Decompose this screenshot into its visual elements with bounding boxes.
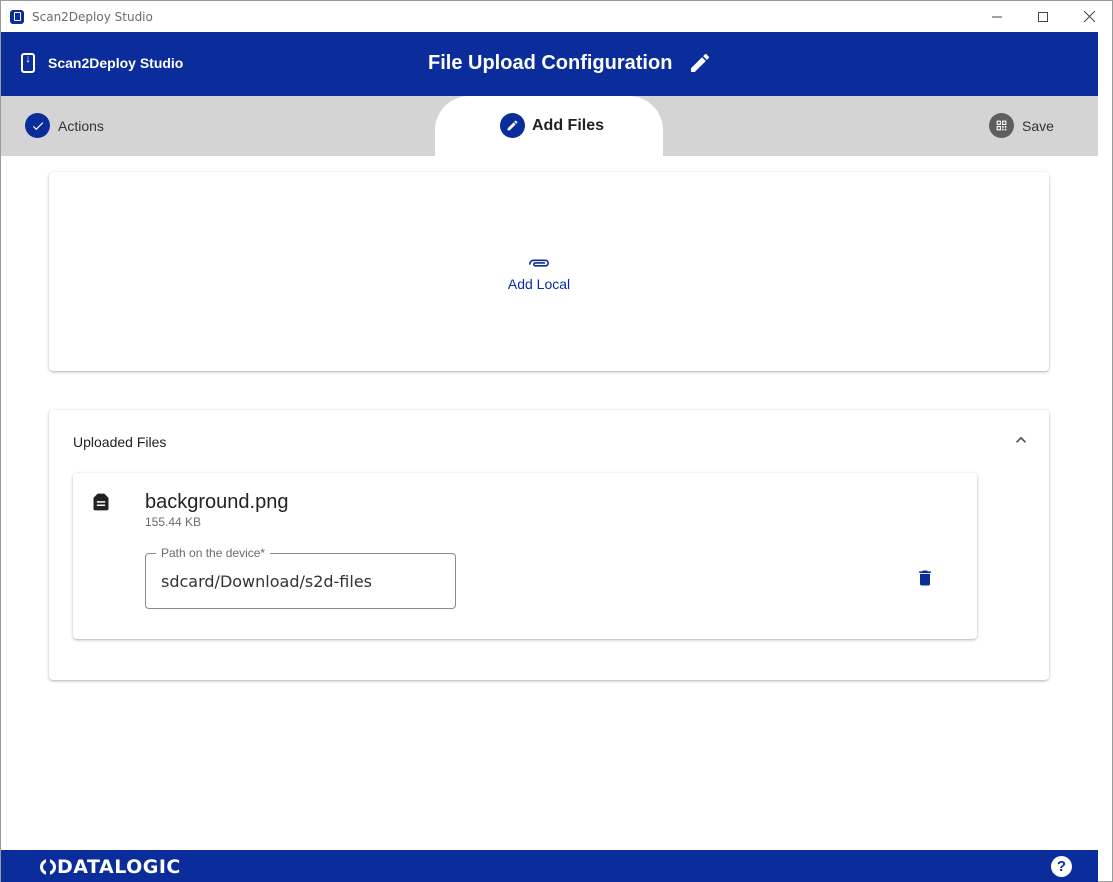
step-actions-label: Actions	[58, 117, 104, 134]
step-save-label: Save	[1022, 117, 1054, 134]
maximize-button[interactable]	[1020, 1, 1066, 32]
add-files-card: Add Local	[49, 172, 1049, 371]
paperclip-icon	[529, 259, 549, 267]
file-name: background.png	[145, 491, 289, 513]
add-local-button[interactable]: Add Local	[507, 258, 571, 292]
close-icon	[1083, 11, 1095, 22]
step-actions-circle	[25, 113, 50, 138]
minimize-button[interactable]	[974, 1, 1020, 32]
app-icon	[10, 9, 24, 24]
help-icon[interactable]: ?	[1051, 856, 1072, 877]
close-button[interactable]	[1066, 1, 1112, 32]
trash-icon[interactable]	[915, 567, 935, 589]
edit-title-icon[interactable]	[688, 51, 712, 75]
window-title: Scan2Deploy Studio	[32, 9, 153, 24]
chevron-up-icon[interactable]	[1011, 430, 1031, 450]
device-path-value[interactable]: sdcard/Download/s2d-files	[161, 572, 372, 591]
app-header: Scan2Deploy Studio File Upload Configura…	[1, 32, 1098, 96]
brand: Scan2Deploy Studio	[21, 53, 183, 73]
step-add-files-label: Add Files	[532, 116, 605, 134]
datalogic-logo-text: DATALOGIC	[57, 856, 181, 878]
datalogic-logo: DATALOGIC	[40, 856, 181, 878]
minimize-icon	[992, 16, 1002, 17]
uploaded-files-panel: Uploaded Files background.png 155.44 KB …	[49, 410, 1049, 680]
app-window: Scan2Deploy Studio Scan2Deploy Studio Fi…	[0, 0, 1113, 882]
device-path-field[interactable]: Path on the device* sdcard/Download/s2d-…	[145, 546, 456, 609]
window-titlebar[interactable]: Scan2Deploy Studio	[1, 1, 1112, 32]
stepper: Actions Add Files Save	[1, 96, 1098, 156]
scrollbar-gutter	[1098, 32, 1112, 881]
qr-code-icon	[996, 120, 1007, 131]
brand-name: Scan2Deploy Studio	[48, 55, 184, 71]
step-add-files-circle	[500, 113, 525, 138]
uploaded-files-title: Uploaded Files	[73, 434, 167, 450]
step-save-circle	[989, 113, 1014, 138]
file-size: 155.44 KB	[145, 515, 202, 529]
file-item: background.png 155.44 KB Path on the dev…	[73, 473, 977, 639]
app-footer: DATALOGIC ?	[1, 850, 1098, 882]
device-path-label: Path on the device*	[156, 546, 271, 560]
step-add-files[interactable]: Add Files	[500, 113, 604, 138]
device-download-icon	[21, 53, 35, 73]
step-save[interactable]: Save	[989, 113, 1054, 138]
step-actions[interactable]: Actions	[25, 113, 104, 138]
pencil-icon	[507, 120, 518, 131]
file-icon	[93, 493, 109, 511]
datalogic-logo-mark	[40, 859, 56, 875]
window-controls	[974, 1, 1112, 32]
add-local-label: Add Local	[507, 276, 571, 292]
maximize-icon	[1038, 11, 1048, 22]
check-icon	[32, 121, 43, 130]
page-title: File Upload Configuration	[428, 52, 673, 74]
